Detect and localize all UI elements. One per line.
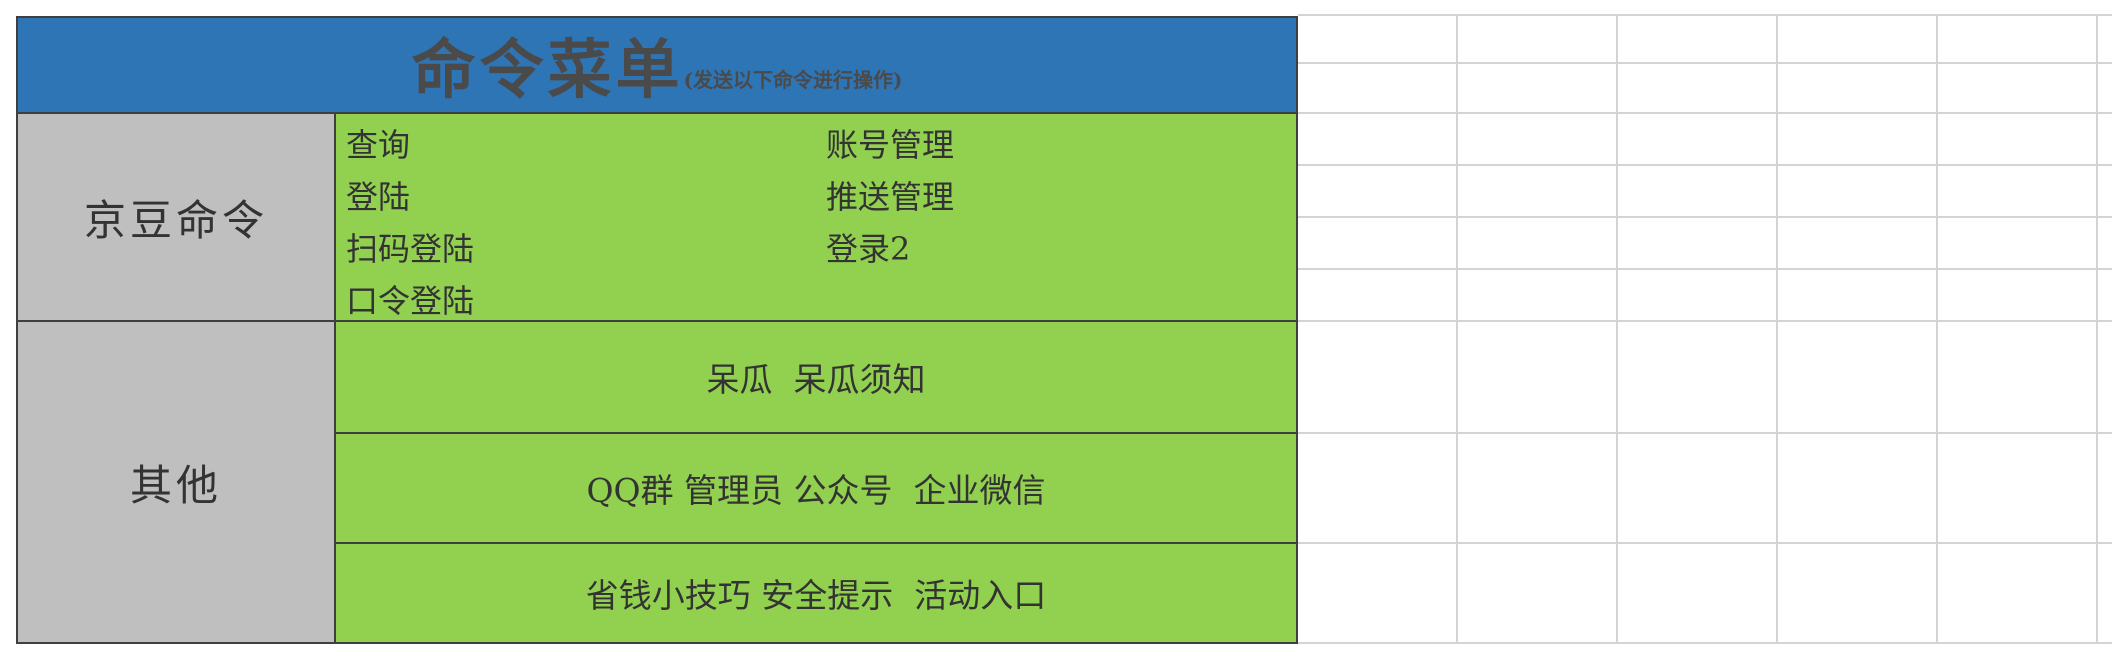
menu-title: 命令菜单 — [411, 33, 684, 108]
command-login-2: 登录2 — [826, 230, 911, 268]
menu-title-cell[interactable]: 命令菜单 (发送以下命令进行操作) — [16, 16, 1298, 114]
grid-line — [1298, 542, 2112, 544]
command-account-manage: 账号管理 — [826, 126, 955, 164]
category-label: 其他 — [129, 460, 222, 510]
category-other[interactable]: 其他 — [16, 320, 336, 644]
other-row-3[interactable]: 省钱小技巧 安全提示 活动入口 — [334, 542, 1298, 644]
command-login: 登陆 — [346, 178, 411, 216]
grid-line — [1298, 14, 2112, 16]
grid-line — [1298, 62, 2112, 64]
grid-line — [1298, 432, 2112, 434]
grid-line — [1936, 14, 1938, 644]
grid-line — [1456, 14, 1458, 644]
command-query: 查询 — [346, 126, 411, 164]
menu-subtitle: (发送以下命令进行操作) — [683, 67, 903, 92]
other-row-text: 省钱小技巧 安全提示 活动入口 — [585, 576, 1047, 615]
grid-line — [2096, 14, 2098, 644]
other-row-text: QQ群 管理员 公众号 企业微信 — [586, 471, 1046, 510]
jd-commands-cell[interactable]: 查询 登陆 扫码登陆 口令登陆 账号管理 推送管理 登录2 — [334, 112, 1298, 322]
grid-line — [1298, 642, 2112, 644]
command-password-login: 口令登陆 — [346, 282, 475, 320]
other-row-2[interactable]: QQ群 管理员 公众号 企业微信 — [334, 432, 1298, 544]
grid-line — [1298, 216, 2112, 218]
grid-line — [1616, 14, 1618, 644]
other-row-1[interactable]: 呆瓜 呆瓜须知 — [334, 320, 1298, 434]
command-scan-login: 扫码登陆 — [346, 230, 475, 268]
grid-line — [1298, 164, 2112, 166]
grid-line — [1298, 112, 2112, 114]
grid-line — [1298, 268, 2112, 270]
grid-line — [1298, 320, 2112, 322]
grid-line — [1776, 14, 1778, 644]
command-push-manage: 推送管理 — [826, 178, 955, 216]
spreadsheet: 命令菜单 (发送以下命令进行操作) 京豆命令 查询 登陆 扫码登陆 口令登陆 账… — [0, 0, 2112, 658]
category-jd-commands[interactable]: 京豆命令 — [16, 112, 336, 322]
other-row-text: 呆瓜 呆瓜须知 — [706, 360, 926, 399]
category-label: 京豆命令 — [83, 195, 268, 245]
